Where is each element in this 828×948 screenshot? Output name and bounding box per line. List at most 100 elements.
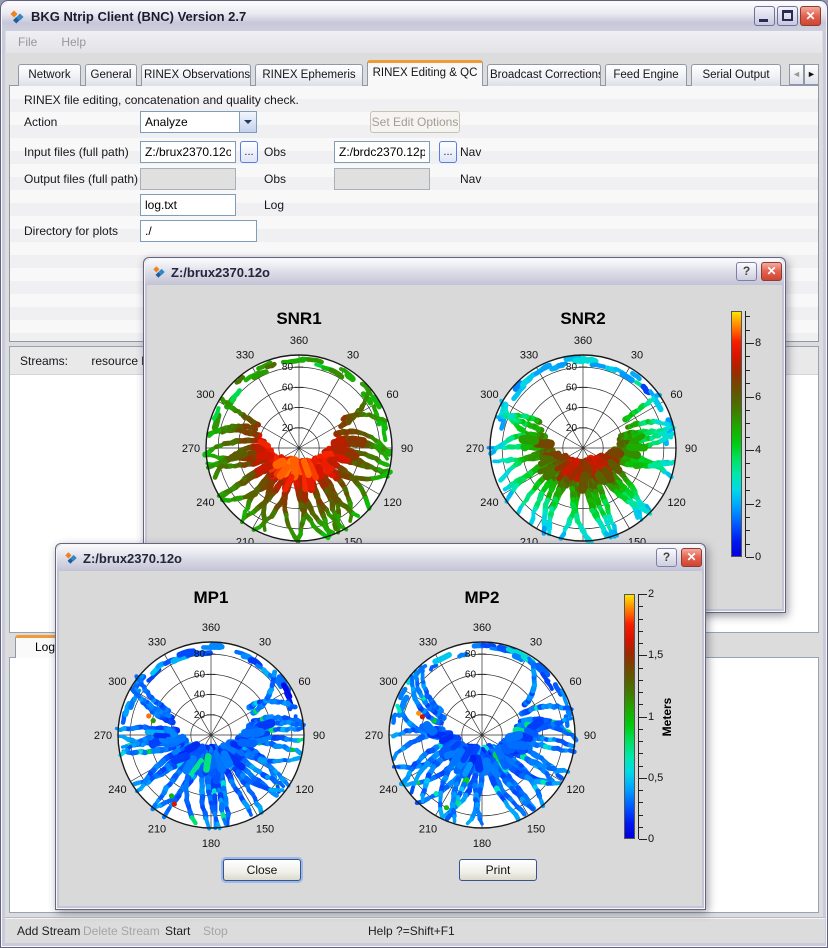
colorbar-tick-label: 2 [755, 498, 761, 510]
colorbar-tick [639, 741, 643, 742]
tab-scroll: ◄ ► [789, 64, 819, 85]
colorbar-tick-label: 2 [648, 588, 654, 600]
colorbar-tick [746, 477, 750, 478]
tab-serial-output[interactable]: Serial Output [691, 64, 781, 86]
titlebar[interactable]: BKG Ntrip Client (BNC) Version 2.7 [2, 2, 826, 31]
set-edit-options-button: Set Edit Options [370, 111, 460, 133]
colorbar-tick [639, 729, 643, 730]
mp-colorbar: 00,511,52 [624, 594, 684, 839]
tab-feed-engine[interactable]: Feed Engine [605, 64, 687, 86]
colorbar-tick [639, 839, 647, 840]
minimize-icon [759, 19, 768, 22]
mp-dialog-help-button[interactable]: ? [656, 548, 677, 567]
colorbar-tick [639, 778, 647, 779]
bnc-logo-icon [64, 551, 78, 565]
plots-dir-field[interactable] [140, 220, 257, 242]
mp-colorbar-gradient [624, 594, 635, 839]
colorbar-tick [746, 330, 750, 331]
colorbar-tick [746, 463, 750, 464]
colorbar-tick-label: 6 [755, 391, 761, 403]
colorbar-tick [746, 450, 754, 451]
action-selected-value: Analyze [145, 115, 188, 129]
colorbar-tick-label: 4 [755, 444, 761, 456]
colorbar-tick-label: 8 [755, 337, 761, 349]
snr1-skyplot-canvas [167, 324, 431, 576]
nav-browse-button[interactable]: ... [439, 141, 457, 163]
colorbar-tick [639, 802, 643, 803]
tab-broadcast-corrections[interactable]: Broadcast Corrections [487, 64, 601, 86]
menu-file[interactable]: File [18, 35, 37, 49]
colorbar-tick-label: 0 [755, 551, 761, 563]
snr-dialog-title: Z:/brux2370.12o [171, 265, 270, 280]
colorbar-tick-label: 0 [648, 833, 654, 845]
snr-dialog-close-button[interactable]: ✕ [761, 262, 782, 281]
colorbar-unit-label: Meters [660, 695, 674, 739]
obs-input-field[interactable] [140, 141, 236, 163]
colorbar-tick [639, 790, 643, 791]
mp-dialog-titlebar[interactable]: Z:/brux2370.12o [57, 545, 704, 571]
colorbar-tick [746, 316, 750, 317]
add-stream-button[interactable]: Add Stream [17, 924, 80, 938]
obs-output-label: Obs [264, 172, 286, 186]
chevron-down-icon[interactable] [239, 112, 256, 132]
statusbar: Add Stream Delete Stream Start Stop Help… [5, 917, 825, 943]
colorbar-tick [639, 643, 643, 644]
tab-rinex-editing-qc[interactable]: RINEX Editing & QC [367, 60, 483, 86]
minimize-button[interactable] [754, 6, 775, 26]
colorbar-tick [746, 423, 750, 424]
tab-rinex-observations[interactable]: RINEX Observations [141, 64, 251, 86]
log-file-field[interactable] [140, 194, 236, 216]
streams-label: Streams: [20, 354, 68, 368]
output-files-label: Output files (full path) [24, 172, 138, 186]
snr-colorbar-axis [745, 311, 746, 557]
tab-general[interactable]: General [85, 64, 137, 86]
colorbar-tick [746, 383, 750, 384]
mp1-plot-title: MP1 [151, 588, 271, 608]
bnc-logo-icon [9, 9, 25, 25]
mp1-skyplot-canvas [79, 611, 343, 863]
colorbar-tick [639, 704, 643, 705]
snr-dialog-help-button[interactable]: ? [736, 262, 757, 281]
tab-network[interactable]: Network [18, 64, 81, 86]
colorbar-tick [746, 356, 750, 357]
nav-input-field[interactable] [334, 141, 430, 163]
colorbar-tick [639, 692, 643, 693]
tab-rinex-ephemeris[interactable]: RINEX Ephemeris [255, 64, 363, 86]
colorbar-tick [746, 343, 754, 344]
obs-label: Obs [264, 145, 286, 159]
mp2-skyplot-canvas [350, 611, 614, 863]
colorbar-tick [746, 437, 750, 438]
colorbar-tick-label: 0,5 [648, 772, 663, 784]
close-button[interactable]: ✕ [800, 6, 821, 26]
snr-colorbar: 02468 [731, 311, 791, 557]
maximize-icon [782, 10, 793, 21]
action-select[interactable]: Analyze [140, 111, 257, 133]
nav-label: Nav [460, 145, 481, 159]
colorbar-tick [639, 827, 643, 828]
log-label: Log [264, 198, 284, 212]
colorbar-tick [639, 766, 643, 767]
colorbar-tick-label: 1,5 [648, 649, 663, 661]
start-button[interactable]: Start [165, 924, 190, 938]
colorbar-tick [746, 397, 754, 398]
mp-dialog-close-button[interactable]: ✕ [681, 548, 702, 567]
colorbar-tick [639, 594, 647, 595]
maximize-button[interactable] [777, 6, 798, 26]
plots-dir-label: Directory for plots [24, 224, 118, 238]
help-hint: Help ?=Shift+F1 [368, 924, 455, 938]
nav-output-label: Nav [460, 172, 481, 186]
window-title: BKG Ntrip Client (BNC) Version 2.7 [31, 9, 246, 24]
colorbar-tick [639, 668, 643, 669]
colorbar-tick [746, 410, 750, 411]
snr-dialog-titlebar[interactable]: Z:/brux2370.12o [145, 259, 784, 285]
close-plot-button[interactable]: Close [223, 859, 301, 881]
menu-help[interactable]: Help [61, 35, 86, 49]
print-plot-button[interactable]: Print [459, 859, 537, 881]
colorbar-tick [746, 530, 750, 531]
colorbar-tick [746, 370, 750, 371]
obs-browse-button[interactable]: ... [240, 141, 258, 163]
input-files-label: Input files (full path) [24, 145, 129, 159]
colorbar-tick [639, 619, 643, 620]
mp-dialog-title: Z:/brux2370.12o [83, 551, 182, 566]
tab-scroll-right-icon[interactable]: ► [804, 64, 819, 85]
